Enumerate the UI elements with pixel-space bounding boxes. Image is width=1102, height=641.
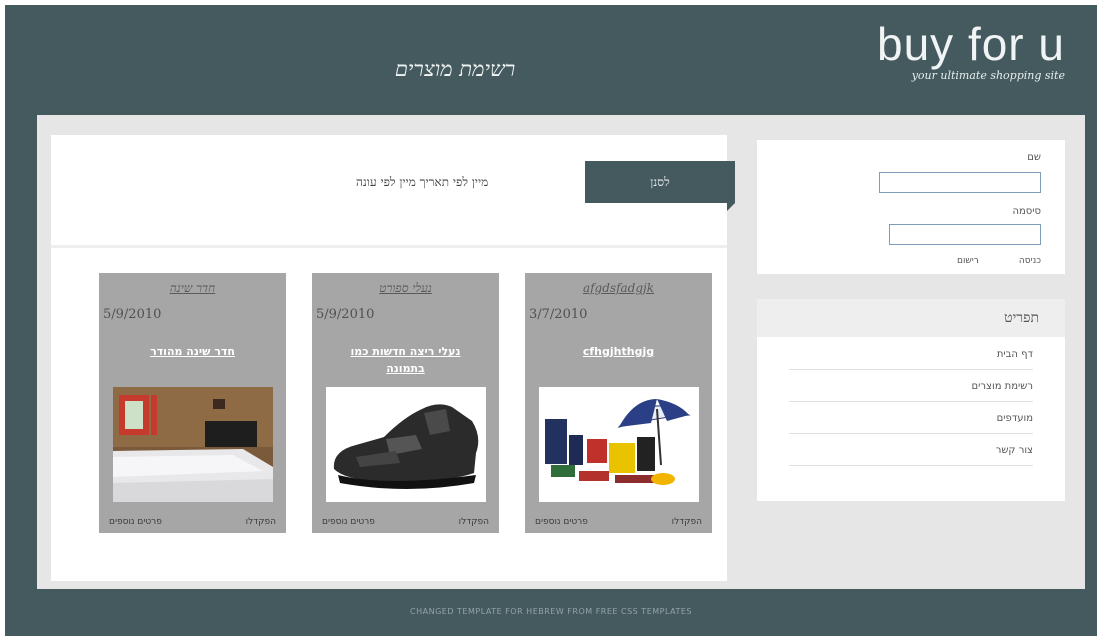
content-area: מיין לפי תאריך מיין לפי עונה לסנן afgdsf… [37, 115, 1085, 589]
bedroom-image[interactable] [113, 387, 273, 502]
menu-header-title: תפריט [1004, 310, 1039, 326]
menu-item-favorites[interactable]: מועדפים [789, 403, 1033, 434]
product-list: afgdsfadgjk 3/7/2010 cfhgjhthgjg פרטים נ… [51, 251, 727, 563]
sort-options[interactable]: מיין לפי תאריך מיין לפי עונה [356, 175, 488, 190]
product-actions: פרטים נוספים הפקדלו [109, 517, 276, 527]
logo-text: buy for u [877, 18, 1065, 70]
product-card: afgdsfadgjk 3/7/2010 cfhgjhthgjg פרטים נ… [525, 273, 712, 533]
menu-item-home[interactable]: דף הבית [789, 339, 1033, 370]
product-title-link[interactable]: חדר שינה [99, 281, 286, 296]
username-field[interactable] [879, 172, 1041, 193]
product-card: נעלי ספורט 5/9/2010 נעלי ריצה חדשות כמו … [312, 273, 499, 533]
product-description-link[interactable]: cfhgjhthgjg [545, 343, 692, 360]
product-description-link[interactable]: נעלי ריצה חדשות כמו בתמונה [332, 343, 479, 377]
logo-tagline: your ultimate shopping site [911, 69, 1065, 82]
product-date: 5/9/2010 [316, 307, 375, 322]
login-link[interactable]: כניסה [1019, 256, 1041, 266]
details-link[interactable]: פרטים נוספים [322, 517, 375, 527]
promotional-items-image[interactable] [539, 387, 699, 502]
password-label: סיסמה [1012, 206, 1041, 217]
page-title: רשימת מוצרים [394, 57, 516, 81]
site-menu: תפריט דף הבית רשימת מוצרים מועדפים צור ק… [757, 299, 1065, 501]
menu-item-products[interactable]: רשימת מוצרים [789, 371, 1033, 402]
product-actions: פרטים נוספים הפקדלו [322, 517, 489, 527]
menu-header: תפריט [757, 299, 1065, 337]
order-link[interactable]: הפקדלו [459, 517, 489, 527]
product-title-link[interactable]: afgdsfadgjk [525, 281, 712, 295]
product-title-link[interactable]: נעלי ספורט [312, 281, 499, 296]
product-card: חדר שינה 5/9/2010 חדר שינה מהודר פרטים נ… [99, 273, 286, 533]
order-link[interactable]: הפקדלו [246, 517, 276, 527]
product-date: 5/9/2010 [103, 307, 162, 322]
product-actions: פרטים נוספים הפקדלו [535, 517, 702, 527]
filter-bar: מיין לפי תאריך מיין לפי עונה לסנן [51, 135, 735, 248]
filter-button[interactable]: לסנן [585, 161, 735, 211]
product-date: 3/7/2010 [529, 307, 588, 322]
login-links: רישום כניסה [957, 256, 1041, 266]
sneaker-image[interactable] [326, 387, 486, 502]
login-panel: שם סיסמה רישום כניסה [757, 140, 1065, 274]
order-link[interactable]: הפקדלו [672, 517, 702, 527]
register-link[interactable]: רישום [957, 256, 979, 266]
username-label: שם [1027, 152, 1041, 163]
password-field[interactable] [889, 224, 1041, 245]
menu-item-contact[interactable]: צור קשר [789, 435, 1033, 466]
main-panel: מיין לפי תאריך מיין לפי עונה לסנן afgdsf… [51, 135, 735, 581]
site-logo[interactable]: buy for u your ultimate shopping site [877, 19, 1065, 82]
footer-credits: CHANGED TEMPLATE FOR HEBREW FROM FREE CS… [410, 607, 692, 616]
product-description-link[interactable]: חדר שינה מהודר [119, 343, 266, 360]
details-link[interactable]: פרטים נוספים [109, 517, 162, 527]
details-link[interactable]: פרטים נוספים [535, 517, 588, 527]
